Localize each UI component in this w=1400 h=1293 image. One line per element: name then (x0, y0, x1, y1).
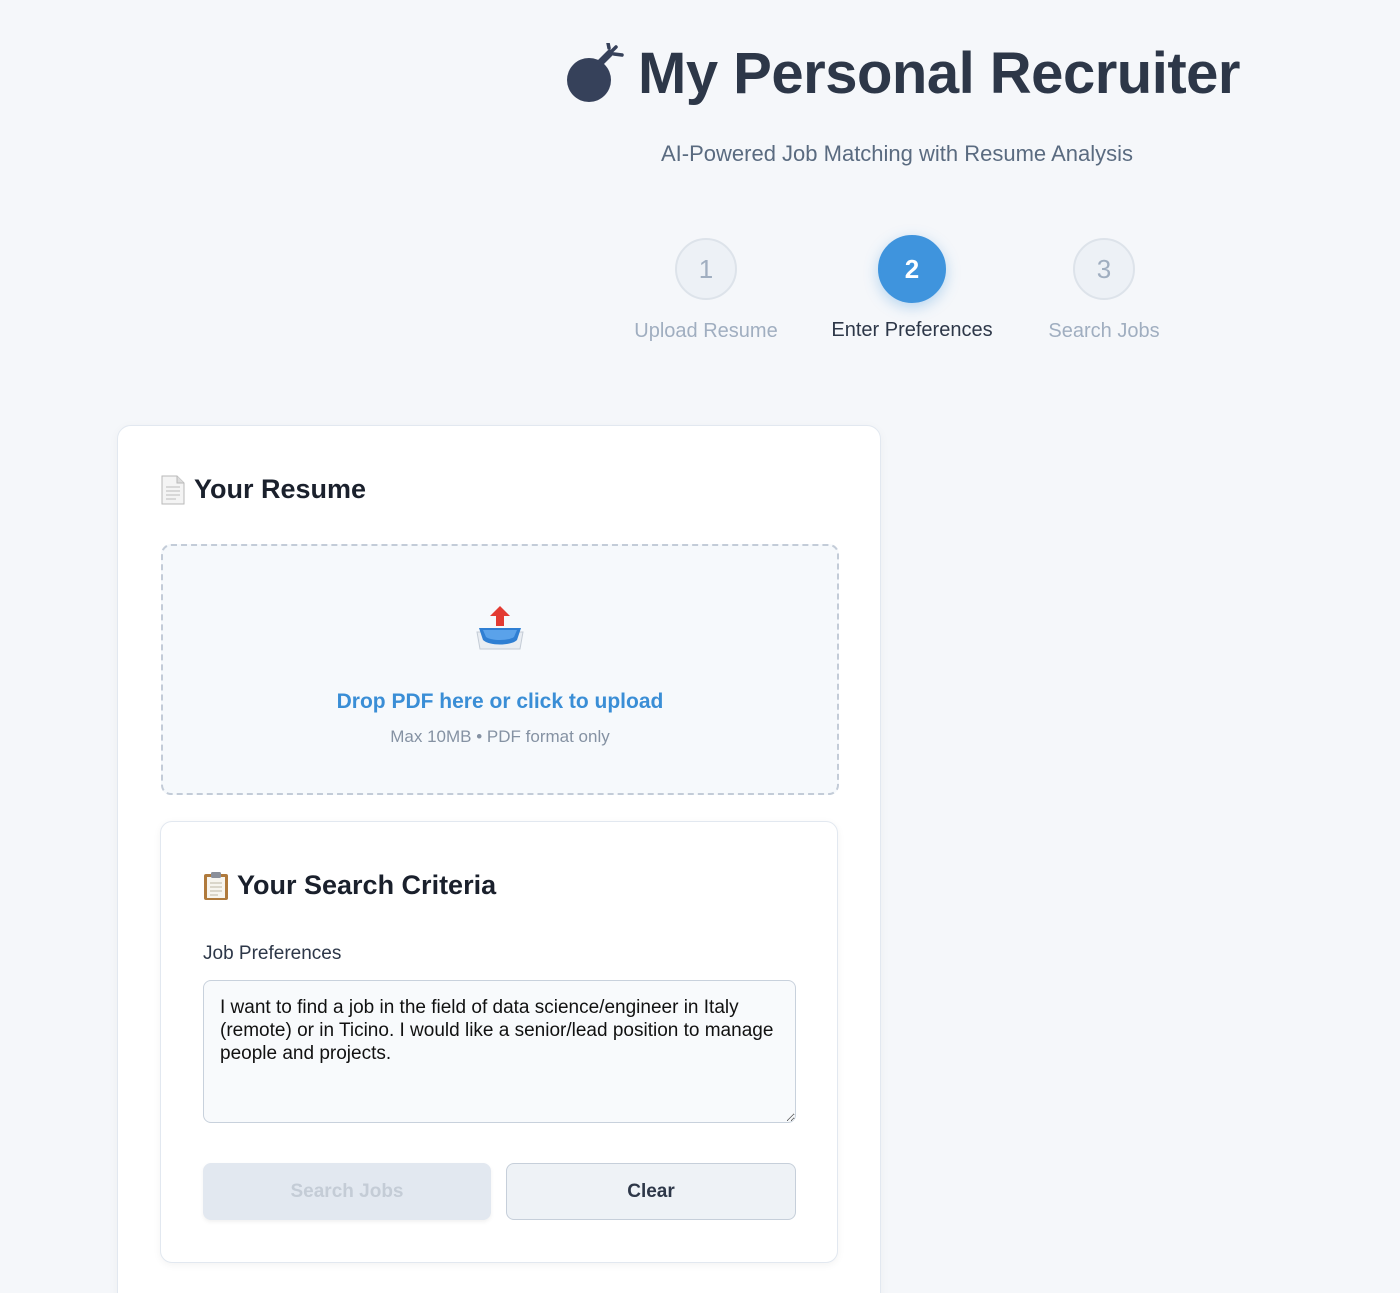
page-subtitle: AI-Powered Job Matching with Resume Anal… (661, 141, 1133, 166)
resume-card: Your Resume Drop PDF here or click to up… (117, 425, 881, 1293)
job-preferences-label: Job Preferences (203, 943, 342, 964)
dropzone-hint: Max 10MB • PDF format only (390, 727, 610, 746)
search-criteria-panel: Your Search Criteria Job Preferences I w… (160, 821, 838, 1263)
step-number: 3 (1073, 238, 1135, 300)
step-number: 2 (878, 235, 946, 303)
progress-steps: 1 Upload Resume 2 Enter Preferences 3 Se… (0, 235, 1400, 356)
step-label: Search Jobs (1048, 320, 1160, 342)
clear-button[interactable]: Clear (506, 1163, 796, 1220)
dropzone-title: Drop PDF here or click to upload (336, 690, 664, 713)
document-icon (161, 475, 185, 504)
step-label: Enter Preferences (831, 319, 993, 341)
step-search-jobs[interactable]: 3 Search Jobs (1004, 236, 1204, 343)
step-enter-preferences[interactable]: 2 Enter Preferences (812, 235, 1012, 342)
clipboard-icon (204, 871, 228, 900)
job-preferences-input[interactable]: I want to find a job in the field of dat… (203, 980, 796, 1123)
criteria-heading: Your Search Criteria (203, 870, 496, 901)
resume-dropzone[interactable]: Drop PDF here or click to upload Max 10M… (161, 544, 839, 795)
outbox-tray-icon (476, 606, 524, 650)
page: My Personal Recruiter AI-Powered Job Mat… (0, 0, 1400, 1293)
step-number: 1 (675, 238, 737, 300)
header: My Personal Recruiter (564, 40, 1240, 107)
step-upload-resume[interactable]: 1 Upload Resume (606, 236, 806, 343)
search-jobs-button[interactable]: Search Jobs (203, 1163, 491, 1220)
resume-heading-text: Your Resume (194, 474, 367, 504)
step-label: Upload Resume (634, 320, 778, 342)
page-title: My Personal Recruiter (638, 41, 1240, 106)
resume-heading: Your Resume (160, 474, 366, 505)
bomb-icon (567, 42, 624, 102)
criteria-heading-text: Your Search Criteria (237, 870, 497, 900)
